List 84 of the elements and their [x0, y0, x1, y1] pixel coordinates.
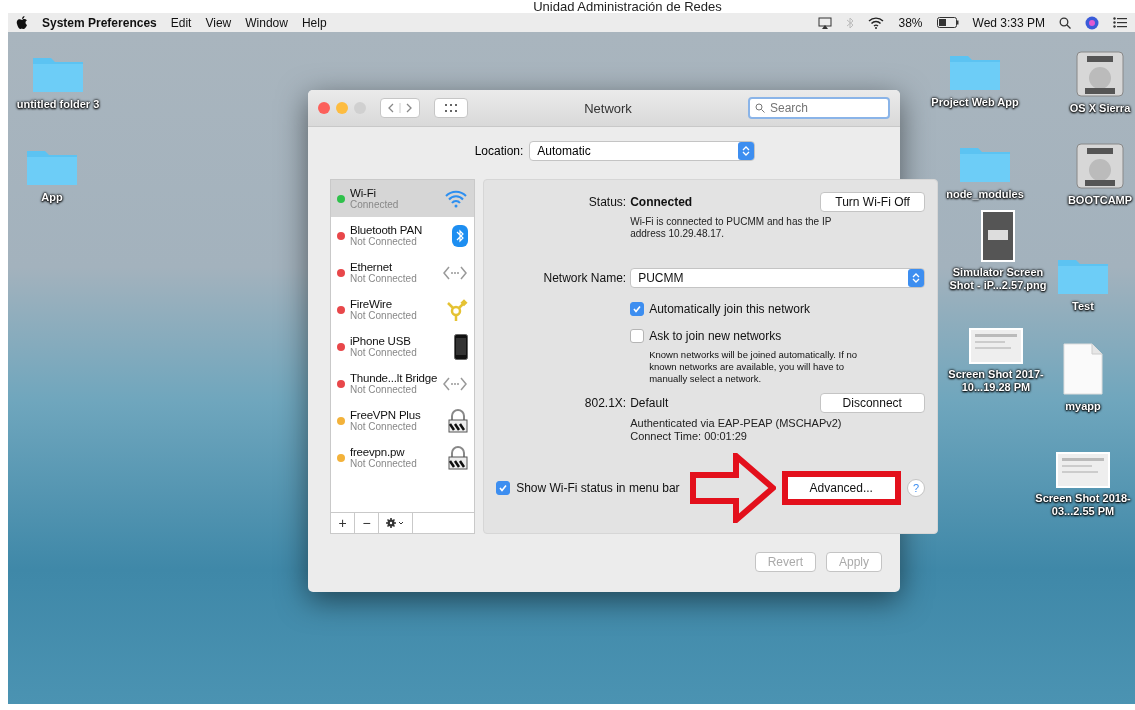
service-item[interactable]: FireWire Not Connected	[331, 291, 475, 328]
lock-icon	[448, 445, 469, 470]
lock-icon	[448, 408, 469, 433]
list-icon[interactable]	[1113, 17, 1127, 28]
checkbox-label: Show Wi-Fi status in menu bar	[516, 481, 680, 495]
service-status: Not Connected	[350, 310, 418, 321]
auth-detail: Connect Time: 00:01:29	[630, 430, 748, 443]
service-item[interactable]: iPhone USB Not Connected	[331, 328, 475, 365]
service-status: Not Connected	[350, 384, 417, 395]
service-status: Not Connected	[350, 236, 418, 247]
service-status: Not Connected	[350, 458, 418, 469]
grid-icon	[445, 104, 457, 112]
search-field[interactable]: Search	[748, 97, 890, 119]
search-icon[interactable]	[1059, 16, 1071, 29]
menu-item[interactable]: Help	[301, 15, 327, 30]
network-name-dropdown[interactable]: PUCMM	[630, 268, 925, 288]
service-status: Not Connected	[350, 347, 418, 358]
service-name: freevpn.pw	[350, 446, 405, 458]
service-item[interactable]: Bluetooth PAN Not Connected	[331, 217, 475, 254]
service-item[interactable]: Thunde...lt Bridge Not Connected	[331, 365, 475, 402]
ethernet-icon	[442, 375, 469, 392]
stepper-icon	[738, 142, 755, 160]
checkmark-icon	[632, 304, 643, 314]
stepper-icon	[907, 269, 924, 287]
wifi-icon[interactable]	[868, 16, 885, 29]
service-name: FireWire	[350, 298, 393, 310]
service-name: Ethernet	[350, 261, 393, 273]
auth-label: 802.1X:	[583, 396, 628, 410]
menu-item[interactable]: Edit	[170, 15, 192, 30]
gear-icon	[385, 518, 406, 528]
menu-item[interactable]: View	[205, 15, 232, 30]
service-item[interactable]: Wi-Fi Connected	[331, 180, 475, 217]
image-thumbnail-icon	[969, 328, 1023, 364]
window-title: Network	[583, 100, 633, 116]
service-status: Connected	[350, 199, 400, 210]
show-all-button[interactable]	[434, 98, 468, 118]
service-name: iPhone USB	[350, 335, 412, 347]
status-description: Wi-Fi is connected to PUCMM and has the IP address 10.29.48.17.	[630, 216, 833, 240]
checkbox-label: Automatically join this network	[649, 302, 810, 316]
ethernet-icon	[442, 264, 469, 281]
wifi-icon	[444, 189, 469, 208]
document-heading: Unidad Administración de Redes	[532, 0, 723, 13]
service-name: Wi-Fi	[350, 187, 377, 199]
battery-icon[interactable]	[936, 17, 959, 28]
menu-item[interactable]: System Preferences	[42, 15, 157, 30]
service-name: FreeVPN Plus	[350, 409, 422, 421]
checkbox[interactable]	[496, 481, 511, 495]
service-status: Not Connected	[350, 273, 418, 284]
option-description: Known networks will be joined automatically. If no known networks are available, you will have to manually select a network.	[649, 349, 859, 385]
service-item[interactable]: freevpn.pw Not Connected	[331, 439, 475, 476]
bluetooth-icon	[452, 224, 469, 247]
auth-value: Default	[630, 396, 670, 410]
apple-logo-icon[interactable]	[16, 15, 28, 30]
checkmark-icon	[498, 483, 509, 493]
hard-drive-icon	[1075, 50, 1125, 98]
airplay-icon[interactable]	[818, 16, 833, 29]
status-label: Status:	[587, 195, 628, 209]
network-name-label: Network Name:	[542, 271, 628, 285]
disconnect-button[interactable]: Disconnect	[819, 393, 925, 413]
turn-wifi-off-button[interactable]: Turn Wi-Fi Off	[820, 192, 925, 212]
document-icon	[1062, 342, 1104, 396]
location-dropdown[interactable]: Automatic	[529, 141, 756, 161]
checkbox-label: Ask to join new networks	[649, 329, 782, 343]
search-icon	[755, 103, 765, 113]
hard-drive-icon	[1075, 142, 1125, 190]
firewire-icon	[444, 297, 469, 322]
menu-bar-clock[interactable]: Wed 3:33 PM	[972, 15, 1045, 30]
help-button[interactable]: ?	[906, 479, 925, 497]
image-thumbnail-icon	[981, 210, 1015, 262]
siri-icon[interactable]	[1085, 15, 1099, 30]
phone-icon	[454, 333, 469, 360]
battery-percentage: 38%	[898, 15, 923, 30]
checkbox[interactable]	[630, 329, 645, 343]
menu-item[interactable]: Window	[245, 15, 288, 30]
image-thumbnail-icon	[1056, 452, 1110, 488]
service-name: Thunde...lt Bridge	[350, 372, 438, 384]
location-label: Location:	[474, 144, 524, 158]
service-status: Not Connected	[350, 421, 418, 432]
service-name: Bluetooth PAN	[350, 224, 423, 236]
service-item[interactable]: FreeVPN Plus Not Connected	[331, 402, 475, 439]
auth-detail: Authenticated via EAP-PEAP (MSCHAPv2)	[630, 417, 843, 430]
checkbox[interactable]	[630, 302, 645, 316]
service-item[interactable]: Ethernet Not Connected	[331, 254, 475, 291]
status-value: Connected	[630, 195, 694, 209]
